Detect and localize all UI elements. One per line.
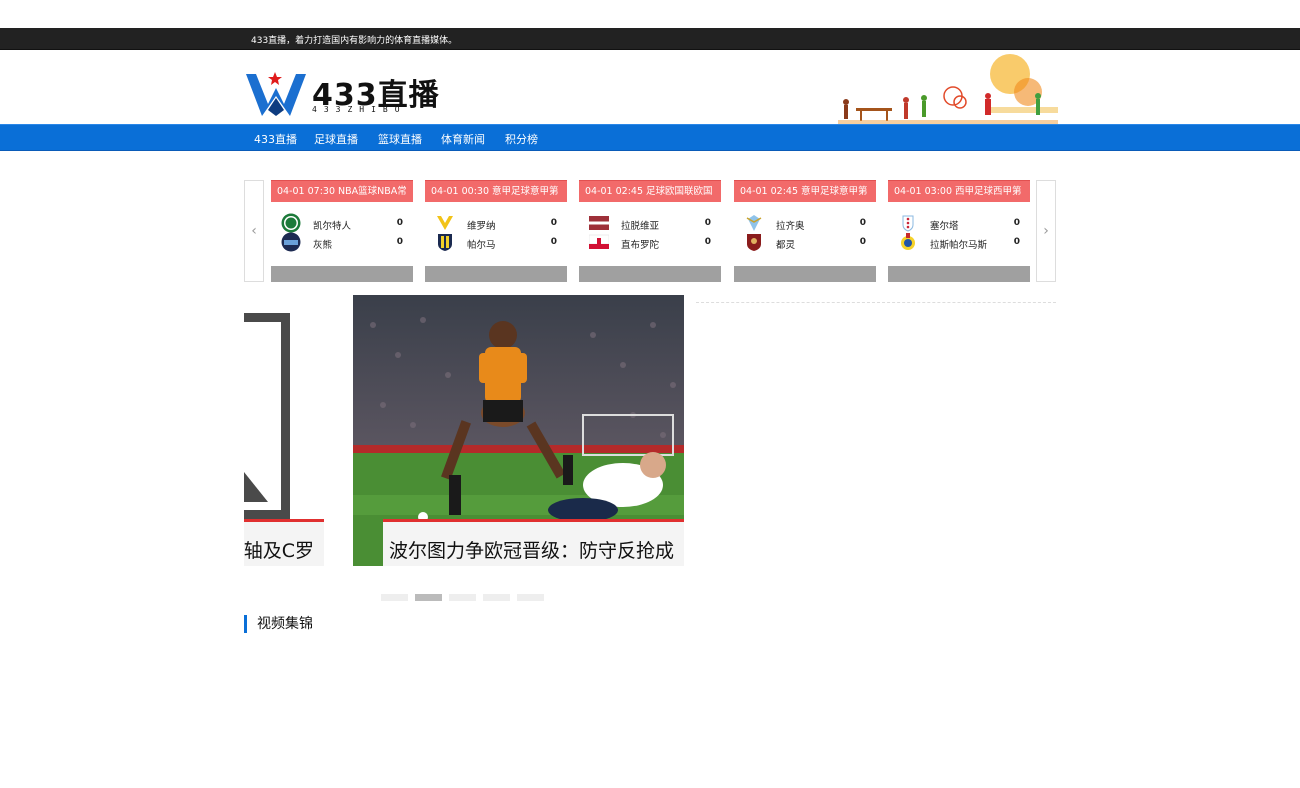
team-logo-icon [901,233,915,250]
video-section-title: 视频集锦 [244,615,313,633]
slider-dot-active[interactable] [415,594,442,601]
nav-item-news[interactable]: 体育新闻 [441,131,485,147]
nav-item-football[interactable]: 足球直播 [314,131,358,147]
match-header: 04-01 00:30 意甲足球意甲第 [425,180,567,202]
slider-dot[interactable] [381,594,408,601]
team-name: 直布罗陀 [621,240,660,251]
header: 433直播 433ZHIBO [0,50,1300,124]
match-card[interactable]: 04-01 07:30 NBA篮球NBA常 凯尔特人 0 灰熊 0 [271,180,413,282]
section-divider [696,302,1056,303]
nav-item-standings[interactable]: 积分榜 [505,131,538,147]
team-name: 拉斯帕尔马斯 [930,240,988,251]
site-logo[interactable]: 433直播 433ZHIBO [246,70,446,118]
main-nav: 433直播 足球直播 篮球直播 体育新闻 积分榜 [0,124,1300,151]
sports-banner-art [838,54,1058,124]
match-footer [579,266,721,282]
team-row-away: 都灵 0 [734,234,876,252]
team-name: 都灵 [776,240,796,251]
slide-caption-text: 波尔图力争欧冠晋级：防守反抢成 [389,540,675,562]
slider-dot[interactable] [449,594,476,601]
match-card[interactable]: 04-01 02:45 足球欧国联欧国 拉脱维亚 0 直布罗陀 0 [579,180,721,282]
team-name: 帕尔马 [467,240,496,251]
team-name: 拉齐奥 [776,221,805,232]
match-footer [425,266,567,282]
chevron-right-icon: › [1043,223,1049,239]
match-card[interactable]: 04-01 00:30 意甲足球意甲第 维罗纳 0 帕尔马 0 [425,180,567,282]
match-header: 04-01 02:45 足球欧国联欧国 [579,180,721,202]
team-row-away: 直布罗陀 0 [579,234,721,252]
slide-current[interactable]: 波尔图力争欧冠晋级：防守反抢成 [353,295,684,566]
slide-caption: 波尔图力争欧冠晋级：防守反抢成 [383,519,684,566]
slide-previous[interactable]: 轴及C罗 [244,295,324,566]
team-logo-icon [746,215,762,231]
carousel-prev-button[interactable]: ‹ [244,180,264,282]
top-bar: 433直播，着力打造国内有影响力的体育直播媒体。 [0,28,1300,50]
team-score: 0 [704,237,711,247]
image-placeholder-icon [244,472,268,502]
slide-image-placeholder [244,313,290,519]
team-name: 塞尔塔 [930,221,959,232]
team-name: 拉脱维亚 [621,221,660,232]
team-score: 0 [550,237,557,247]
team-logo-icon [902,215,914,232]
slide-caption-text: 轴及C罗 [244,540,314,562]
slider-dot[interactable] [483,594,510,601]
team-row-home: 凯尔特人 0 [271,213,413,233]
team-logo-icon [438,234,452,251]
match-footer [734,266,876,282]
team-name: 凯尔特人 [313,221,352,232]
team-logo-icon [747,234,761,251]
team-score: 0 [396,237,403,247]
team-score: 0 [1013,237,1020,247]
carousel-next-button[interactable]: › [1036,180,1056,282]
team-score: 0 [859,218,866,228]
match-carousel: ‹ 04-01 07:30 NBA篮球NBA常 凯尔特人 0 灰熊 0 04-0… [244,180,1056,282]
team-row-home: 拉齐奥 0 [734,215,876,233]
team-row-away: 灰熊 0 [271,232,413,252]
team-name: 灰熊 [313,240,333,251]
match-footer [271,266,413,282]
slide-caption: 轴及C罗 [244,519,324,566]
news-slider: 轴及C罗 波尔图力争欧冠晋级：防守反抢成 [244,295,684,566]
team-score: 0 [704,218,711,228]
slider-dot[interactable] [517,594,544,601]
logo-subtitle: 433ZHIBO [312,105,407,114]
team-score: 0 [1013,218,1020,228]
team-row-home: 塞尔塔 0 [888,215,1030,233]
team-name: 维罗纳 [467,221,496,232]
team-logo-icon [281,232,301,252]
chevron-left-icon: ‹ [251,223,257,239]
match-header: 04-01 02:45 意甲足球意甲第 [734,180,876,202]
team-score: 0 [550,218,557,228]
match-header: 04-01 03:00 西甲足球西甲第 [888,180,1030,202]
match-card[interactable]: 04-01 02:45 意甲足球意甲第 拉齐奥 0 都灵 0 [734,180,876,282]
match-header: 04-01 07:30 NBA篮球NBA常 [271,180,413,202]
flag-icon [589,216,609,230]
logo-w-icon [246,72,306,116]
nav-item-basketball[interactable]: 篮球直播 [378,131,422,147]
team-score: 0 [396,218,403,228]
match-footer [888,266,1030,282]
flag-icon [589,234,609,249]
team-score: 0 [859,237,866,247]
team-logo-icon [437,216,453,230]
match-card[interactable]: 04-01 03:00 西甲足球西甲第 塞尔塔 0 拉斯帕尔马斯 0 [888,180,1030,282]
team-row-home: 维罗纳 0 [425,215,567,233]
team-row-away: 拉斯帕尔马斯 0 [888,233,1030,252]
team-row-home: 拉脱维亚 0 [579,215,721,233]
site-tagline: 433直播，着力打造国内有影响力的体育直播媒体。 [251,36,458,46]
team-logo-icon [281,213,301,233]
team-row-away: 帕尔马 0 [425,234,567,252]
nav-item-home[interactable]: 433直播 [254,131,297,147]
